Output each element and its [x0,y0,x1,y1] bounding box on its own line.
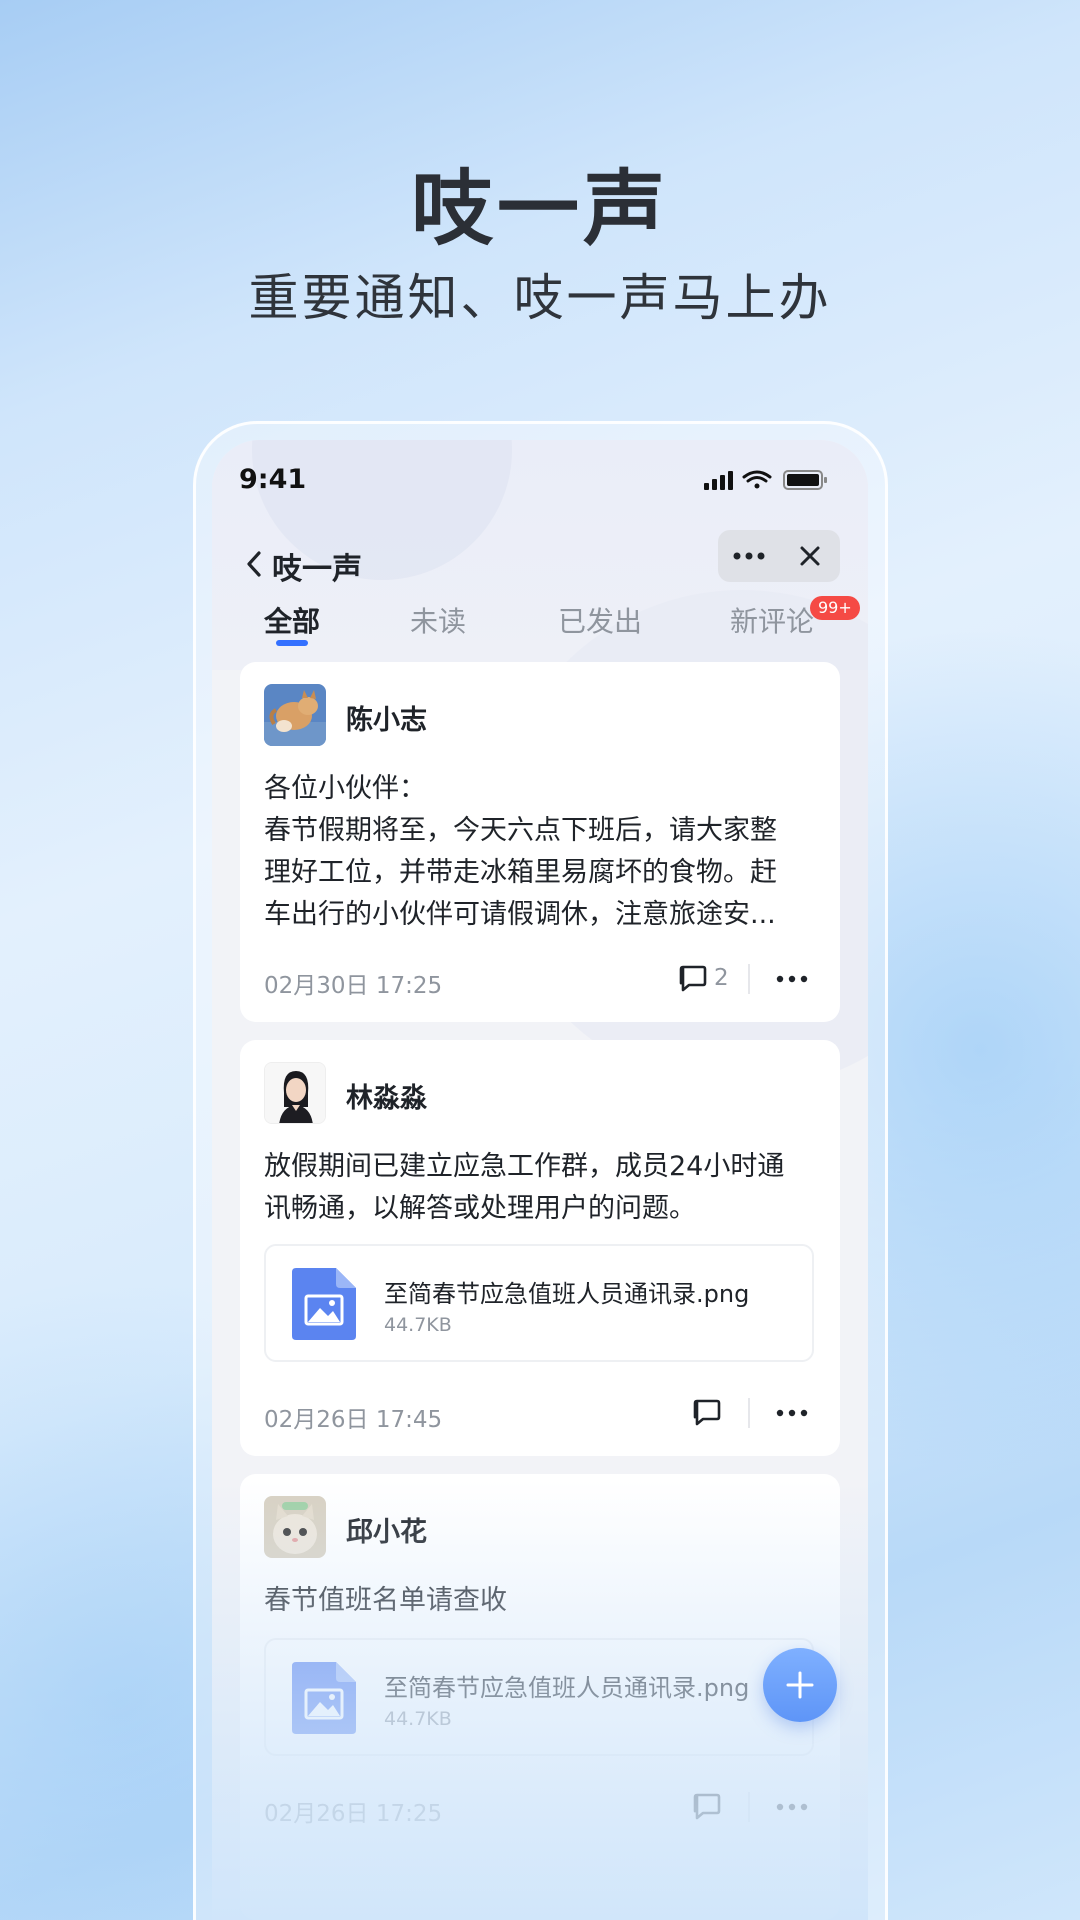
content-line: 讯畅通，以解答或处理用户的问题。 [264,1193,696,1224]
chevron-left-icon [247,551,261,577]
close-button[interactable] [779,530,840,582]
comment-button[interactable] [692,1792,722,1820]
author-name: 陈小志 [346,705,427,736]
comment-button[interactable]: 2 [678,964,729,992]
content-line: 春节假期将至，今天六点下班后，请大家整 [264,815,777,846]
more-button[interactable] [718,530,779,582]
status-time: 9:41 [239,464,307,495]
mini-program-capsule [718,530,840,582]
divider [748,964,750,994]
comment-icon [693,1399,721,1426]
post-more-button[interactable] [772,1398,812,1428]
post-card[interactable]: 邱小花 春节值班名单请查收 至简春节应急值班人员通讯录.png 44.7KB 0… [240,1474,840,1920]
phone-screen: 9:41 吱一声 全部 未读 已发出 新评论 99+ 陈小志 各位小伙伴： 春节… [212,440,868,1920]
wifi-icon [742,470,772,489]
close-icon [800,546,819,566]
ellipsis-icon [776,1409,808,1417]
divider [748,1792,750,1822]
post-date: 02月26日 17:45 [264,1407,443,1433]
image-file-icon [292,1662,356,1734]
comment-button[interactable] [692,1398,722,1426]
nav-bar: 吱一声 [212,530,868,600]
content-line: 各位小伙伴： [264,773,426,804]
hero-subtitle: 重要通知、吱一声马上办 [248,269,832,327]
battery-icon [783,470,827,490]
post-content: 放假期间已建立应急工作群，成员24小时通 讯畅通，以解答或处理用户的问题。 [264,1146,816,1230]
post-date: 02月30日 17:25 [264,973,443,999]
hero-title: 吱一声 [410,162,669,257]
new-comments-badge: 99+ [810,596,860,620]
content-line: 车出行的小伙伴可请假调休，注意旅途安... [264,899,776,930]
cellular-signal-icon [704,471,733,490]
post-date: 02月26日 17:25 [264,1801,443,1827]
comment-count: 2 [714,965,729,991]
file-size: 44.7KB [384,1314,452,1336]
new-post-button[interactable] [763,1648,837,1722]
status-icons [704,468,844,492]
author-avatar[interactable] [264,1496,326,1558]
ellipsis-icon [776,1803,808,1811]
active-tab-indicator [276,640,308,646]
tab-unread[interactable]: 未读 [410,600,466,640]
file-attachment[interactable]: 至简春节应急值班人员通讯录.png 44.7KB [264,1638,814,1756]
post-card[interactable]: 陈小志 各位小伙伴： 春节假期将至，今天六点下班后，请大家整 理好工位，并带走冰… [240,662,840,1022]
file-size: 44.7KB [384,1708,452,1730]
content-line: 春节值班名单请查收 [264,1585,507,1616]
cat-avatar [264,684,326,746]
tab-sent[interactable]: 已发出 [558,600,642,640]
author-name: 邱小花 [346,1517,427,1548]
ellipsis-icon [776,975,808,983]
divider [748,1398,750,1428]
author-avatar[interactable] [264,1062,326,1124]
image-file-icon [292,1268,356,1340]
post-card[interactable]: 林淼淼 放假期间已建立应急工作群，成员24小时通 讯畅通，以解答或处理用户的问题… [240,1040,840,1456]
tab-all[interactable]: 全部 [264,600,320,640]
content-line: 理好工位，并带走冰箱里易腐坏的食物。赶 [264,857,777,888]
comment-icon [679,965,707,992]
person-avatar [265,1063,325,1123]
ellipsis-icon [733,552,764,560]
post-more-button[interactable] [772,1792,812,1822]
post-more-button[interactable] [772,964,812,994]
tab-bar: 全部 未读 已发出 新评论 [212,600,868,660]
tab-new-comments[interactable]: 新评论 [730,600,814,640]
file-name: 至简春节应急值班人员通讯录.png [384,1674,750,1702]
file-name: 至简春节应急值班人员通讯录.png [384,1280,750,1308]
nav-title: 吱一声 [272,552,362,587]
back-button[interactable] [232,542,276,586]
plus-icon [786,1671,814,1699]
post-content: 春节值班名单请查收 [264,1580,816,1622]
comment-icon [693,1793,721,1820]
content-line: 放假期间已建立应急工作群，成员24小时通 [264,1151,785,1182]
kitten-avatar [264,1496,326,1558]
author-avatar[interactable] [264,684,326,746]
status-bar: 9:41 [212,440,868,518]
post-content: 各位小伙伴： 春节假期将至，今天六点下班后，请大家整 理好工位，并带走冰箱里易腐… [264,768,816,936]
author-name: 林淼淼 [346,1083,427,1114]
file-attachment[interactable]: 至简春节应急值班人员通讯录.png 44.7KB [264,1244,814,1362]
